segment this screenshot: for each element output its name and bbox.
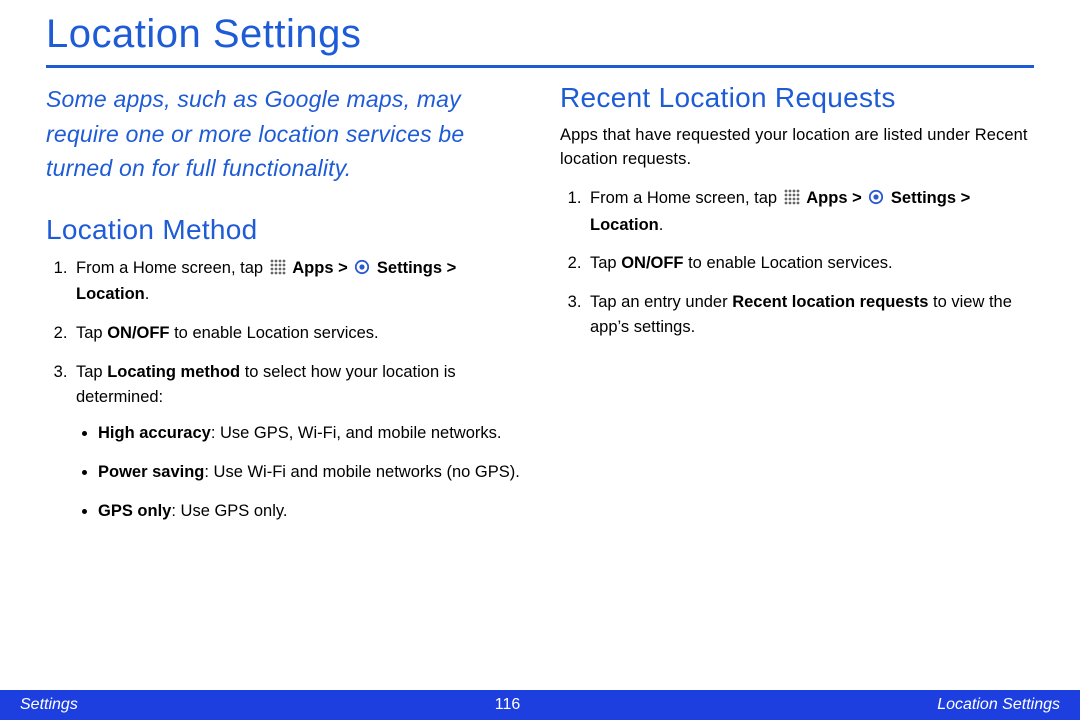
option-gps-only-label: GPS only — [98, 502, 171, 520]
footer-left: Settings — [20, 696, 78, 714]
left-column: Some apps, such as Google maps, may requ… — [46, 82, 520, 538]
step-3: Tap Locating method to select how your l… — [72, 360, 520, 524]
step-3-a: Tap — [76, 363, 107, 381]
rstep-1-dot: . — [659, 216, 664, 234]
step-1-location: Location — [76, 285, 145, 303]
footer-right: Location Settings — [937, 696, 1060, 714]
rstep-2-a: Tap — [590, 254, 621, 272]
option-power-saving-label: Power saving — [98, 463, 204, 481]
rstep-1: From a Home screen, tap Apps > — [586, 186, 1034, 238]
rstep-1-gt2: > — [956, 189, 970, 207]
apps-grid-icon — [270, 258, 286, 283]
option-power-saving-rest: : Use Wi-Fi and mobile networks (no GPS)… — [204, 463, 519, 481]
step-1: From a Home screen, tap Apps > — [72, 256, 520, 308]
settings-target-icon — [354, 258, 370, 283]
locating-method-options: High accuracy: Use GPS, Wi-Fi, and mobil… — [76, 421, 520, 523]
rstep-2-b: to enable Location services. — [684, 254, 893, 272]
step-1-dot: . — [145, 285, 150, 303]
step-2: Tap ON/OFF to enable Location services. — [72, 321, 520, 346]
option-high-accuracy: High accuracy: Use GPS, Wi-Fi, and mobil… — [98, 421, 520, 446]
rstep-1-gt1: > — [848, 189, 867, 207]
option-gps-only: GPS only: Use GPS only. — [98, 499, 520, 524]
page-footer: Settings 116 Location Settings — [0, 690, 1080, 720]
location-method-heading: Location Method — [46, 214, 520, 246]
rstep-3-recent: Recent location requests — [732, 293, 928, 311]
rstep-3-a: Tap an entry under — [590, 293, 732, 311]
option-high-accuracy-label: High accuracy — [98, 424, 211, 442]
location-method-steps: From a Home screen, tap Apps > — [46, 256, 520, 524]
recent-requests-steps: From a Home screen, tap Apps > — [560, 186, 1034, 340]
title-rule — [46, 65, 1034, 68]
intro-text: Some apps, such as Google maps, may requ… — [46, 82, 520, 186]
step-1-settings: Settings — [377, 259, 442, 277]
option-gps-only-rest: : Use GPS only. — [171, 502, 287, 520]
rstep-1-location: Location — [590, 216, 659, 234]
apps-grid-icon — [784, 188, 800, 213]
step-1-gt1: > — [334, 259, 353, 277]
step-2-b: to enable Location services. — [170, 324, 379, 342]
rstep-3: Tap an entry under Recent location reque… — [586, 290, 1034, 340]
step-3-locmethod: Locating method — [107, 363, 240, 381]
option-power-saving: Power saving: Use Wi-Fi and mobile netwo… — [98, 460, 520, 485]
right-column: Recent Location Requests Apps that have … — [560, 82, 1034, 538]
recent-requests-heading: Recent Location Requests — [560, 82, 1034, 114]
step-1-text-a: From a Home screen, tap — [76, 259, 268, 277]
rstep-2-onoff: ON/OFF — [621, 254, 683, 272]
step-1-gt2: > — [442, 259, 456, 277]
content-columns: Some apps, such as Google maps, may requ… — [46, 82, 1034, 538]
step-1-apps: Apps — [292, 259, 333, 277]
settings-target-icon — [868, 188, 884, 213]
rstep-1-a: From a Home screen, tap — [590, 189, 782, 207]
page-title: Location Settings — [46, 12, 1034, 65]
rstep-1-apps: Apps — [806, 189, 847, 207]
step-2-onoff: ON/OFF — [107, 324, 169, 342]
recent-requests-lead: Apps that have requested your location a… — [560, 124, 1034, 172]
step-2-a: Tap — [76, 324, 107, 342]
rstep-1-settings: Settings — [891, 189, 956, 207]
rstep-2: Tap ON/OFF to enable Location services. — [586, 251, 1034, 276]
footer-page-number: 116 — [495, 696, 521, 714]
option-high-accuracy-rest: : Use GPS, Wi-Fi, and mobile networks. — [211, 424, 502, 442]
